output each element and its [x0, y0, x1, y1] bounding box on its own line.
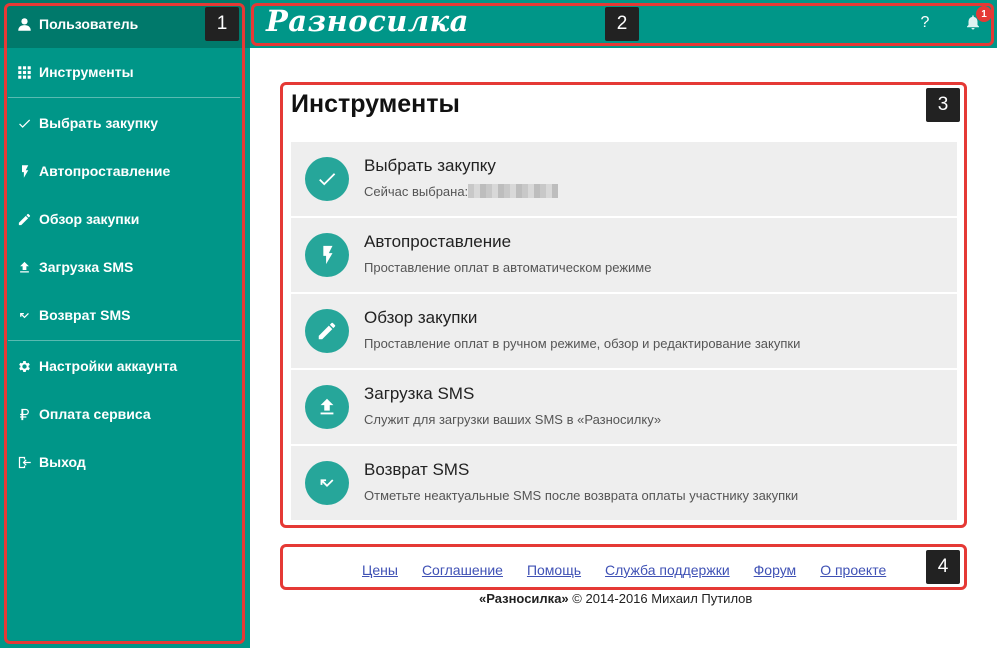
- copyright-brand: «Разносилка»: [479, 591, 569, 606]
- annotation-box-footer: [280, 544, 967, 590]
- copyright: «Разносилка» © 2014-2016 Михаил Путилов: [479, 591, 752, 606]
- annotation-label: 2: [605, 7, 639, 41]
- annotation-label: 3: [926, 88, 960, 122]
- copyright-text: © 2014-2016 Михаил Путилов: [572, 591, 753, 606]
- annotation-box-sidebar: [4, 3, 245, 644]
- annotation-label: 4: [926, 550, 960, 584]
- annotation-label: 1: [205, 7, 239, 41]
- annotation-box-content: [280, 82, 967, 528]
